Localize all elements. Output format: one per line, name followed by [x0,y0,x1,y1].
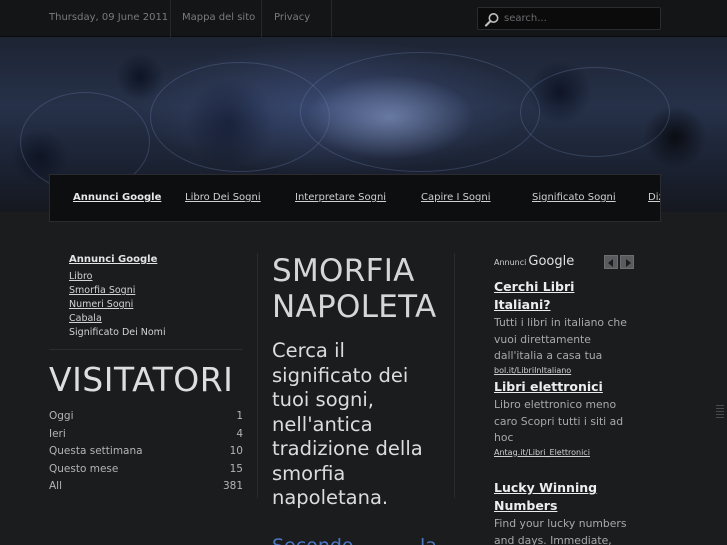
article-title-line2: NAPOLETANA [272,289,438,325]
ads-brand-prefix: Annunci [494,258,527,267]
article-next-word: la [420,535,437,545]
stat-value: 4 [236,427,243,440]
nav-item-libro-dei-sogni[interactable]: Libro Dei Sogni [185,175,261,221]
stat-value: 10 [229,445,243,458]
ad-title[interactable]: Libri elettronici [494,378,634,396]
search-icon [484,13,499,27]
article-title-line1: SMORFIA [272,253,415,289]
divider [331,0,332,37]
arrow-left-icon[interactable] [604,255,618,269]
stat-label: Questo mese [49,462,119,475]
ad-title[interactable]: Cerchi Libri Italiani? [494,278,634,314]
column-divider [257,253,258,498]
ads-brand: Annunci Google [494,254,574,269]
privacy-link[interactable]: Privacy [262,0,322,37]
visitors-title: VISITATORI [49,360,234,399]
article-next-line[interactable]: Secondo la [272,535,438,545]
stat-row: Questa settimana 10 [49,445,243,463]
main-nav: Annunci Google Libro Dei Sogni Interpret… [49,174,661,222]
column-divider [454,253,455,498]
banner-texture [300,52,540,172]
stat-value: 1 [236,410,243,422]
ad-unit: Lucky Winning Numbers Find your lucky nu… [494,479,634,545]
google-logo: Google [528,254,575,269]
ad-unit: Libri elettronici Libro elettronico meno… [494,378,634,457]
stat-row: All 381 [49,480,243,498]
current-date: Thursday, 09 June 2011 [49,12,169,23]
ad-url[interactable]: Antag.it/Libri_Elettronici [494,448,634,457]
banner-texture [520,67,670,157]
stat-label: Oggi [49,410,74,422]
stat-value: 15 [229,462,243,475]
resize-grip-icon[interactable] [716,405,724,423]
divider [49,349,243,350]
arrow-right-icon[interactable] [620,255,634,269]
visitors-stats: Oggi 1 Ieri 4 Questa settimana 10 Questo… [49,410,243,498]
stat-row: Oggi 1 [49,410,243,428]
stat-row: Ieri 4 [49,428,243,446]
search-input[interactable] [504,10,654,27]
search-box[interactable] [477,7,661,30]
ad-link-libro[interactable]: Libro [69,270,244,284]
nav-item-significato-sogni[interactable]: Significato Sogni [532,175,616,221]
ad-url[interactable]: bol.it/LibriInItaliano [494,366,634,375]
stat-value: 381 [222,480,243,493]
ad-link-significato-dei-nomi[interactable]: Significato Dei Nomi [69,326,244,340]
ad-pager [604,254,636,273]
stat-label: Ieri [49,427,66,440]
article: SMORFIA NAPOLETANA Cerca il significato … [272,253,438,545]
nav-item-annunci-google[interactable]: Annunci Google [73,175,161,221]
sitemap-link[interactable]: Mappa del sito [170,0,267,37]
ad-link-smorfia-sogni[interactable]: Smorfia Sogni [69,284,244,298]
ad-unit: Cerchi Libri Italiani? Tutti i libri in … [494,278,634,375]
ads-heading[interactable]: Annunci Google [69,253,244,267]
top-bar: Thursday, 09 June 2011 Mappa del sito Pr… [0,0,727,37]
article-lead: Cerca il significato dei tuoi sogni, nel… [272,339,423,509]
ad-link-numeri-sogni[interactable]: Numeri Sogni [69,298,244,312]
nav-item-interpretare-sogni[interactable]: Interpretare Sogni [295,175,386,221]
stat-label: Questa settimana [49,445,143,458]
nav-item-capire-i-sogni[interactable]: Capire I Sogni [421,175,491,221]
stat-row: Questo mese 15 [49,463,243,481]
ad-description: Find your lucky numbers and days. Immedi… [494,517,627,545]
ad-link-cabala[interactable]: Cabala [69,312,244,326]
left-ad-links: Annunci Google Libro Smorfia Sogni Numer… [64,253,244,340]
nav-item-dizionario[interactable]: Diz [648,175,660,221]
ad-title[interactable]: Lucky Winning Numbers [494,479,634,515]
ad-description: Tutti i libri in italiano che vuoi diret… [494,316,627,362]
article-next-word: Secondo [272,535,354,545]
stat-label: All [49,480,63,493]
ad-description: Libro elettronico meno caro Scopri tutti… [494,398,624,444]
